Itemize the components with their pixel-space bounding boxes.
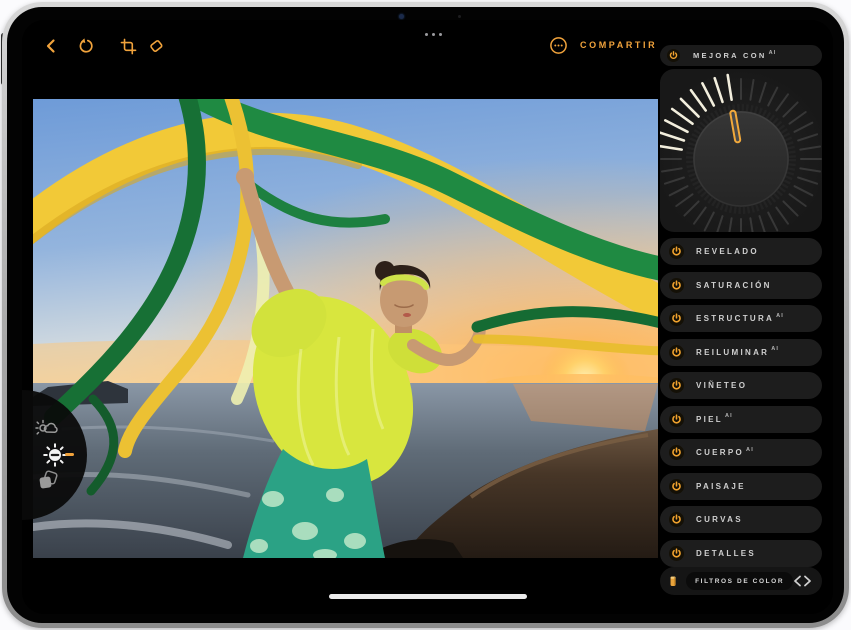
adjustments-list: REVELADO SATURACIÓN [660, 238, 822, 567]
photo-image [33, 99, 658, 558]
adjustment-button[interactable]: VIÑETEO [660, 372, 822, 399]
color-filters-button[interactable]: FILTROS DE COLOR [686, 572, 793, 590]
adjustment-label: REVELADO [696, 247, 759, 256]
active-tool-indicator [65, 453, 74, 456]
power-toggle-icon[interactable] [669, 345, 684, 360]
adjustment-button[interactable]: PIELAI [660, 406, 822, 433]
ai-superscript: AI [746, 447, 754, 453]
adjustment-label: ESTRUCTURA [696, 314, 774, 323]
crop-button[interactable] [117, 35, 139, 57]
adjustment-label: CURVAS [696, 515, 743, 524]
enhance-label: MEJORA CON [693, 51, 767, 60]
share-button[interactable]: COMPARTIR [580, 40, 657, 50]
enhance-dial-panel [660, 69, 822, 232]
undo-icon [77, 37, 95, 55]
stage: COMPARTIR [0, 0, 851, 630]
multitasking-dots[interactable] [425, 33, 442, 36]
enhance-button[interactable]: MEJORA CONAI [660, 45, 822, 66]
chevron-left-icon [44, 38, 58, 54]
power-toggle-icon[interactable] [669, 378, 684, 393]
ai-superscript: AI [776, 313, 784, 319]
ai-superscript: AI [769, 50, 777, 56]
power-toggle-icon[interactable] [669, 278, 684, 293]
white-balance-icon [35, 417, 59, 441]
filters-tool[interactable] [35, 467, 61, 493]
power-toggle-icon[interactable] [669, 512, 684, 527]
eraser-icon [147, 37, 165, 55]
screen: COMPARTIR [22, 20, 833, 614]
adjustment-label: DETALLES [696, 549, 756, 558]
power-toggle-icon[interactable] [669, 479, 684, 494]
filter-stack-icon [36, 468, 60, 492]
adjustment-button[interactable]: CUERPOAI [660, 439, 822, 466]
ai-superscript: AI [725, 413, 733, 419]
next-filter-button[interactable] [803, 574, 812, 588]
adjustment-button[interactable]: CURVAS [660, 506, 822, 533]
prev-filter-button[interactable] [793, 574, 802, 588]
color-filters-bar: FILTROS DE COLOR [660, 567, 822, 595]
power-toggle-icon[interactable] [669, 244, 684, 259]
adjustment-button[interactable]: SATURACIÓN [660, 272, 822, 299]
more-button[interactable] [547, 34, 569, 56]
adjustment-button[interactable]: PAISAJE [660, 473, 822, 500]
adjustment-label: SATURACIÓN [696, 281, 772, 290]
adjustment-label: VIÑETEO [696, 381, 747, 390]
home-indicator[interactable] [329, 594, 527, 599]
more-circle-icon [549, 36, 568, 55]
sensor-dot [458, 15, 461, 18]
back-button[interactable] [40, 35, 62, 57]
ipad-bezel: COMPARTIR [7, 7, 844, 623]
chevron-left-icon [793, 575, 802, 587]
white-balance-tool[interactable] [34, 416, 60, 442]
chevron-right-icon [803, 575, 812, 587]
adjustment-button[interactable]: DETALLES [660, 540, 822, 567]
power-toggle-icon[interactable] [667, 49, 680, 62]
power-toggle-icon[interactable] [669, 311, 684, 326]
adjustment-button[interactable]: REVELADO [660, 238, 822, 265]
adjustment-label: PAISAJE [696, 482, 746, 491]
color-filters-label: FILTROS DE COLOR [695, 578, 784, 585]
undo-button[interactable] [75, 35, 97, 57]
eraser-button[interactable] [145, 35, 167, 57]
front-camera [399, 14, 404, 19]
power-toggle-icon[interactable] [669, 445, 684, 460]
ai-superscript: AI [771, 346, 779, 352]
ipad-frame: COMPARTIR [2, 2, 849, 628]
crop-icon [120, 38, 137, 55]
power-toggle-icon[interactable] [669, 546, 684, 561]
adjustment-button[interactable]: REILUMINARAI [660, 339, 822, 366]
photo-canvas[interactable] [33, 99, 658, 558]
adjustment-label: REILUMINAR [696, 348, 769, 357]
adjustment-label: PIEL [696, 415, 723, 424]
adjustment-button[interactable]: ESTRUCTURAAI [660, 305, 822, 332]
film-canister-icon[interactable] [668, 572, 678, 590]
adjustment-label: CUERPO [696, 448, 744, 457]
power-toggle-icon[interactable] [669, 412, 684, 427]
